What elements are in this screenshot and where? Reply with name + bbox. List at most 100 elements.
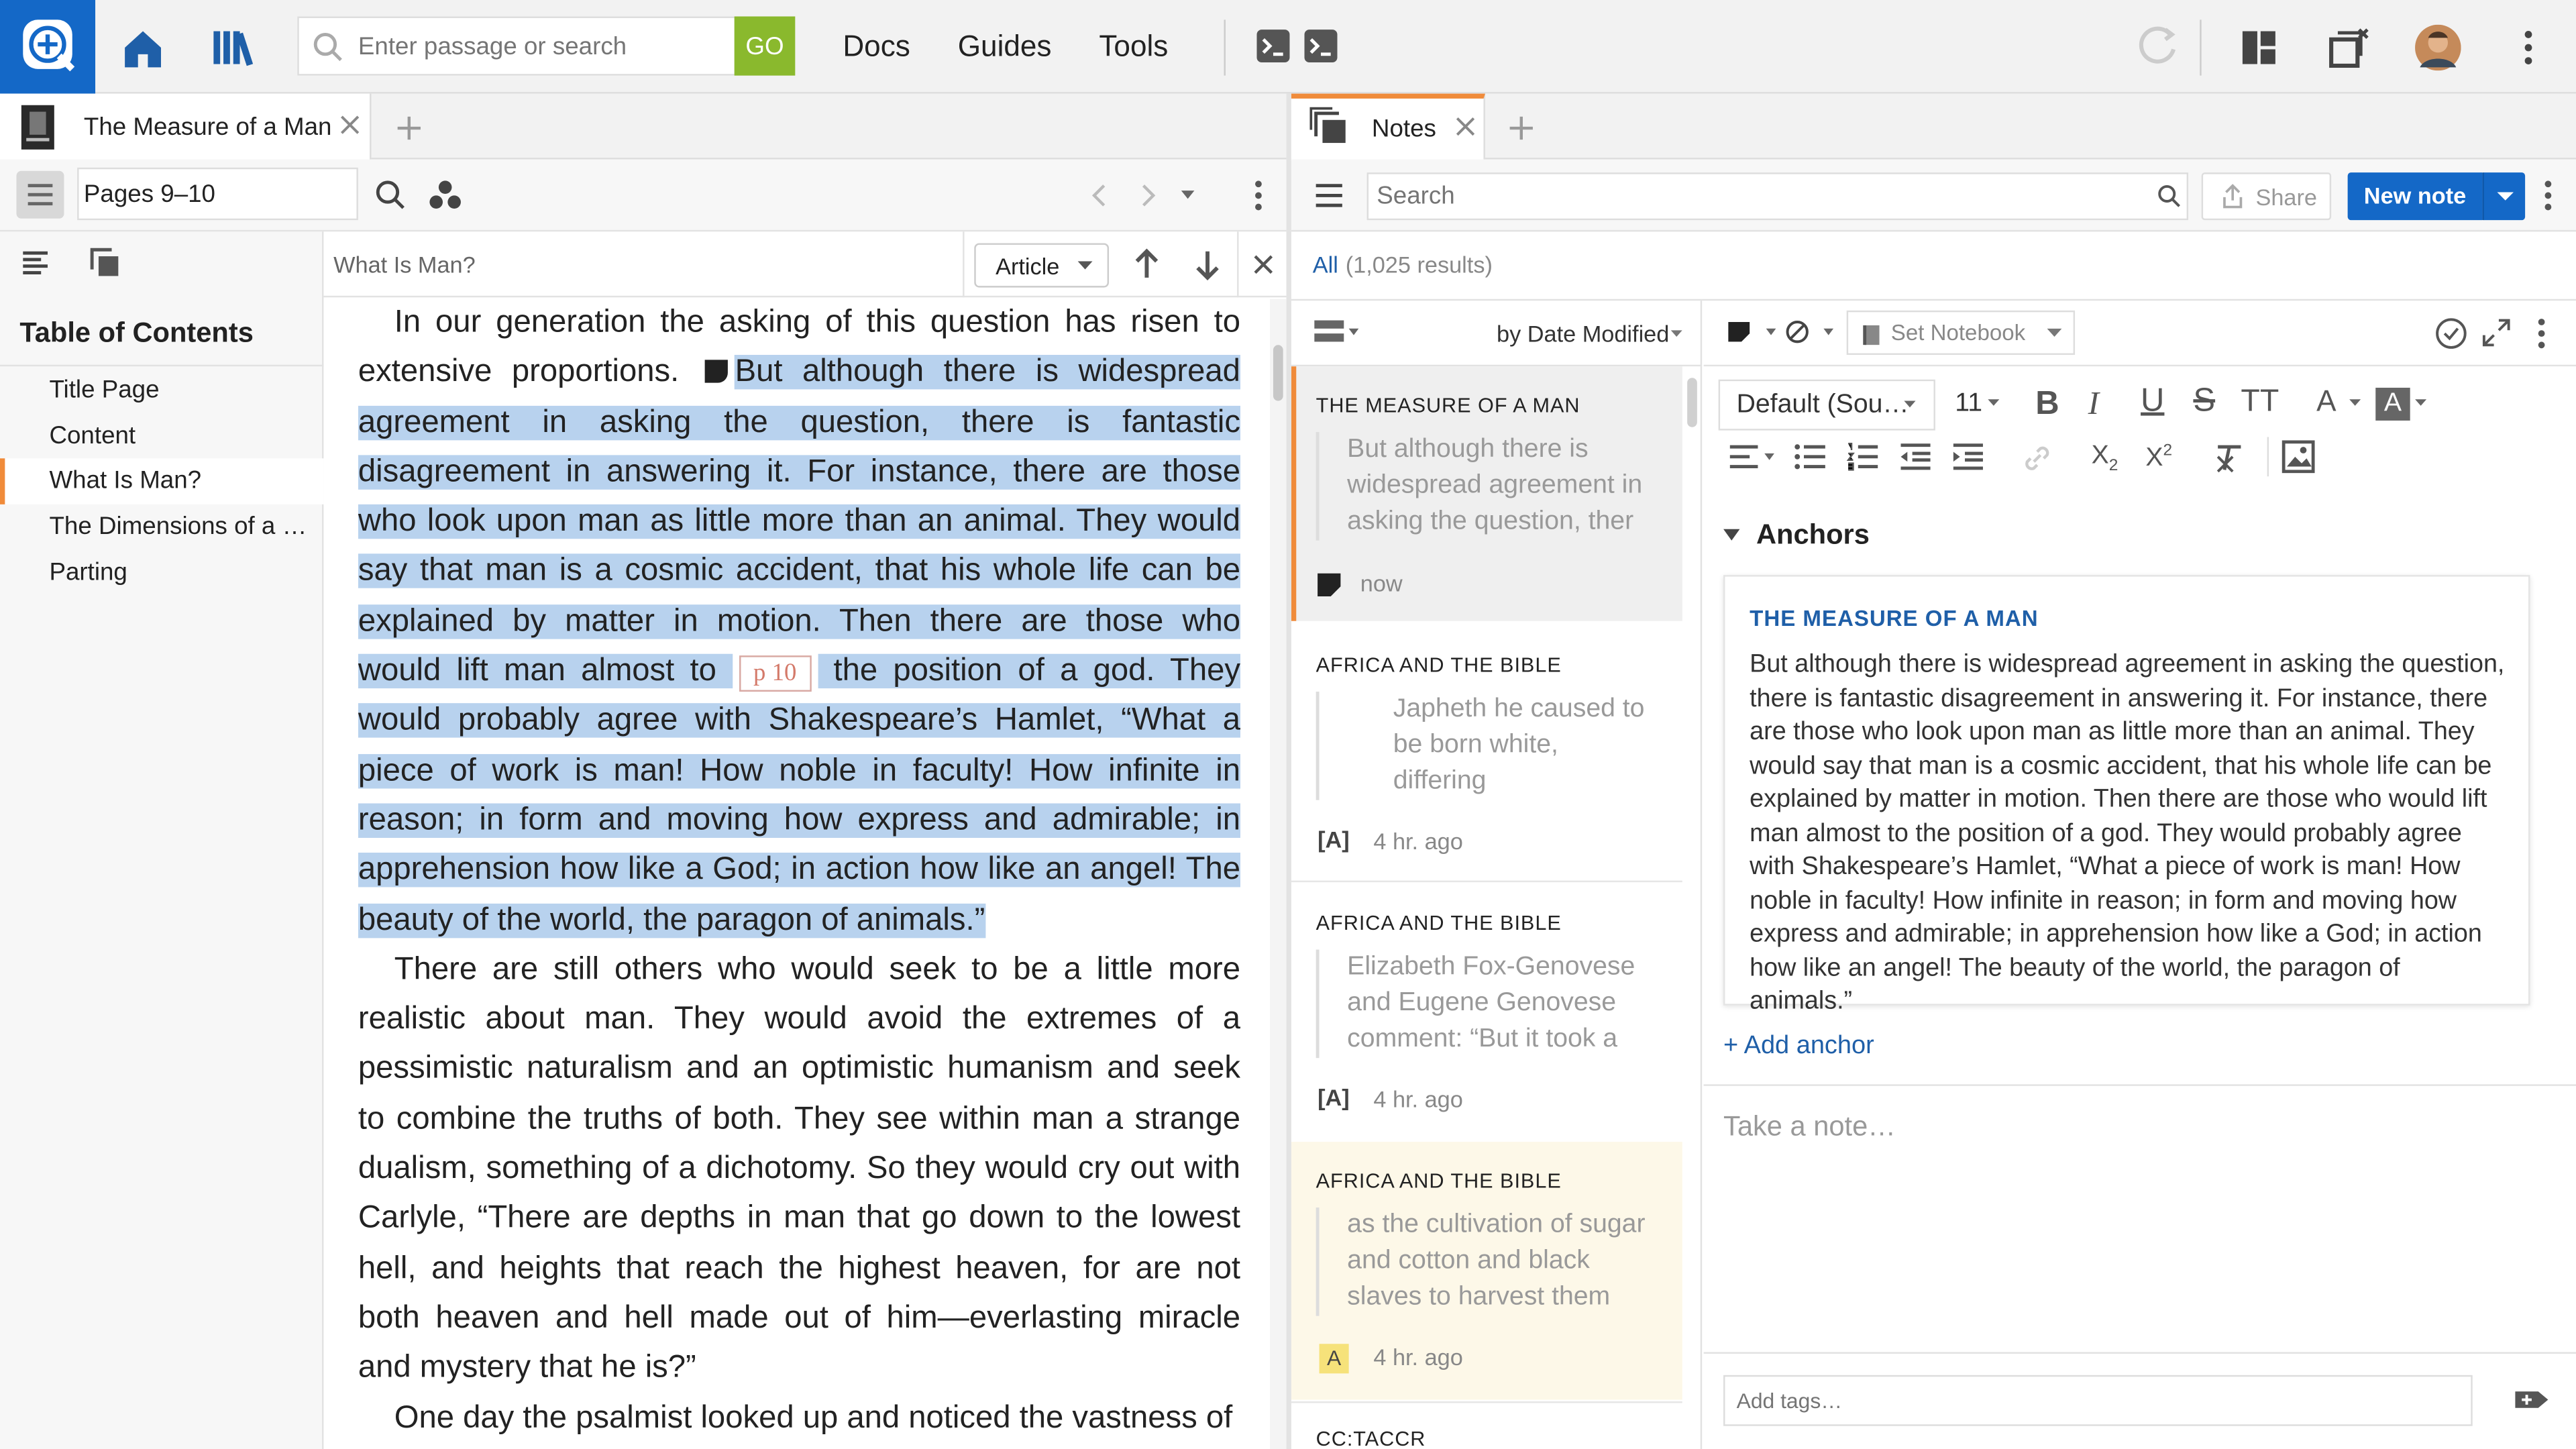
indent-icon[interactable] (1951, 442, 1984, 472)
note-list-item[interactable]: AFRICA AND THE BIBLE as the cultivation … (1291, 1142, 1682, 1400)
search-icon[interactable] (2157, 184, 2182, 209)
notes-search-input[interactable] (1377, 174, 2149, 219)
note-book-title: THE MEASURE OF A MAN (1316, 394, 1580, 418)
reader-scrollbar[interactable] (1270, 299, 1287, 1449)
back-icon[interactable] (1087, 182, 1110, 209)
go-button[interactable]: GO (734, 16, 796, 76)
avatar[interactable] (2415, 24, 2461, 71)
expand-icon[interactable] (2482, 319, 2510, 347)
note-style-icon[interactable] (1727, 321, 1779, 343)
note-body-input[interactable]: Take a note… (1723, 1111, 1896, 1144)
image-icon[interactable] (2282, 440, 2315, 474)
nav-guides[interactable]: Guides (958, 30, 1052, 64)
nav-docs[interactable]: Docs (843, 30, 910, 64)
visual-filters-icon[interactable] (429, 179, 462, 212)
panel-menu-icon[interactable] (2538, 179, 2558, 212)
anchors-heading: Anchors (1756, 519, 1870, 551)
previous-result-icon[interactable] (1134, 248, 1160, 281)
pages-input[interactable]: Pages 9–10 (77, 167, 358, 221)
text-size-icon[interactable]: TT (2241, 384, 2279, 421)
list-view-icon[interactable] (1314, 320, 1360, 343)
results-all-link[interactable]: All (1313, 252, 1338, 278)
collapse-anchors-icon[interactable] (1723, 529, 1740, 543)
library-icon[interactable] (209, 23, 258, 72)
font-size-label: 11 (1955, 389, 1982, 418)
panel-splitter[interactable] (1286, 93, 1291, 1449)
note-list-item[interactable]: CC:TACCR (1291, 1403, 1682, 1449)
close-find-icon[interactable] (1254, 255, 1273, 274)
close-tab-icon[interactable] (340, 115, 360, 134)
toc-item-parting[interactable]: Parting (0, 550, 323, 596)
add-tab-icon[interactable] (1508, 115, 1534, 141)
passage-search-input[interactable] (358, 17, 728, 74)
layout-icon[interactable] (2241, 30, 2277, 66)
nav-tools[interactable]: Tools (1099, 30, 1168, 64)
new-note-button[interactable]: New note (2347, 172, 2483, 221)
note-list-scrollbar-thumb[interactable] (1687, 378, 1697, 427)
note-list-item[interactable]: AFRICA AND THE BIBLE Japheth he caused t… (1291, 626, 1682, 879)
clear-style-icon[interactable] (1784, 319, 1837, 345)
toc-list-icon[interactable] (21, 248, 51, 278)
find-input[interactable]: What Is Man? (333, 252, 476, 278)
link-icon[interactable] (2023, 443, 2052, 473)
tags-input[interactable] (1736, 1377, 2460, 1425)
check-circle-icon[interactable] (2434, 317, 2467, 350)
search-icon[interactable] (374, 179, 407, 212)
article-scope-button[interactable]: Article (974, 243, 1110, 288)
align-icon[interactable] (1728, 442, 1777, 472)
font-color-icon[interactable]: A (2316, 384, 2336, 419)
app-logo-icon[interactable] (0, 0, 96, 94)
reader-content[interactable]: In our generation the asking of this que… (358, 299, 1240, 1449)
anchor-title[interactable]: THE MEASURE OF A MAN (1750, 606, 2038, 631)
toc-item-content[interactable]: Content (0, 414, 323, 460)
command-alt-icon[interactable] (1303, 28, 1339, 64)
italic-icon[interactable]: I (2088, 386, 2099, 424)
add-tag-icon[interactable] (2514, 1385, 2550, 1415)
tab-book[interactable]: The Measure of a Man (0, 93, 372, 162)
note-list-item[interactable]: THE MEASURE OF A MAN But although there … (1291, 366, 1682, 621)
copies-icon[interactable] (89, 246, 121, 279)
reader-scrollbar-thumb[interactable] (1273, 345, 1283, 401)
sync-icon[interactable] (2137, 25, 2180, 68)
next-result-icon[interactable] (1194, 248, 1220, 281)
font-size-dropdown[interactable]: 11 (1945, 380, 2011, 431)
strikethrough-icon[interactable]: S (2193, 383, 2215, 421)
panel-menu-icon[interactable] (1248, 179, 1268, 212)
toc-item-what-is-man[interactable]: What Is Man? (0, 458, 324, 504)
notes-menu-icon[interactable] (1314, 180, 1344, 210)
share-button[interactable]: Share (2201, 172, 2332, 221)
underline-icon[interactable]: U (2141, 383, 2164, 421)
toc-item-title-page[interactable]: Title Page (0, 368, 323, 415)
add-anchor-link[interactable]: + Add anchor (1723, 1032, 1874, 1061)
note-time: 4 hr. ago (1373, 1344, 1463, 1371)
bullet-list-icon[interactable] (1794, 442, 1827, 472)
sort-label[interactable]: by Date Modified (1497, 321, 1669, 347)
font-family-dropdown[interactable]: Default (Sou… (1718, 379, 1935, 431)
history-dropdown-icon[interactable] (1179, 189, 1195, 203)
superscript-icon[interactable]: X2 (2145, 442, 2172, 474)
editor-menu-icon[interactable] (2532, 317, 2551, 350)
tab-notes-title: Notes (1371, 115, 1436, 144)
outdent-icon[interactable] (1899, 442, 1932, 472)
bold-icon[interactable]: B (2035, 386, 2059, 424)
command-icon[interactable] (1255, 28, 1291, 64)
set-notebook-dropdown[interactable]: Set Notebook (1846, 310, 2076, 355)
note-list-header: by Date Modified (1291, 301, 1703, 367)
toc-item-dimensions[interactable]: The Dimensions of a C… (0, 504, 323, 551)
note-list-item[interactable]: AFRICA AND THE BIBLE Elizabeth Fox-Genov… (1291, 884, 1682, 1139)
forward-icon[interactable] (1137, 182, 1160, 209)
tab-notes[interactable]: Notes (1291, 93, 1485, 162)
numbered-list-icon[interactable] (1846, 442, 1880, 472)
reader-menu-icon[interactable] (16, 170, 64, 219)
subscript-icon[interactable]: X2 (2092, 442, 2118, 475)
note-marker-icon[interactable] (705, 360, 729, 384)
home-icon[interactable] (118, 23, 167, 72)
close-panels-icon[interactable] (2328, 26, 2371, 69)
chevron-down-icon (2047, 328, 2062, 337)
clear-formatting-icon[interactable] (2213, 443, 2246, 473)
new-note-dropdown[interactable] (2482, 172, 2526, 221)
close-tab-icon[interactable] (1456, 117, 1475, 136)
highlight-color-icon[interactable]: A (2375, 387, 2410, 421)
more-menu-icon[interactable] (2517, 30, 2540, 66)
add-tab-icon[interactable] (396, 115, 422, 141)
